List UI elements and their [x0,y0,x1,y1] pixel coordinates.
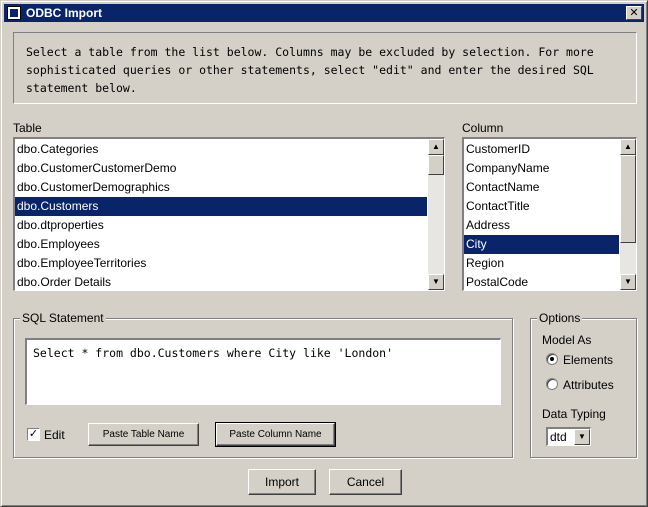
edit-label: Edit [44,428,65,442]
scroll-up-icon[interactable]: ▲ [428,139,444,155]
column-list-scrollbar[interactable]: ▲ ▼ [620,139,636,290]
scroll-up-icon[interactable]: ▲ [620,139,636,155]
list-item[interactable]: dbo.Order Details [15,273,427,290]
table-list-items: dbo.Categories dbo.CustomerCustomerDemo db… [15,140,427,290]
list-item[interactable]: ContactTitle [464,197,619,216]
list-item[interactable]: dbo.dtproperties [15,216,427,235]
options-legend: Options [537,311,583,325]
column-listbox[interactable]: CustomerID CompanyName ContactName ContactT… [462,137,637,291]
model-as-label: Model As [542,333,592,347]
list-item[interactable]: dbo.CustomerDemographics [15,178,427,197]
column-list-items: CustomerID CompanyName ContactName ContactT… [464,140,619,290]
sql-statement-input[interactable]: Select * from dbo.Customers where City l… [25,338,501,405]
cancel-button-label: Cancel [346,475,385,489]
column-list-label: Column [462,121,504,135]
elements-label: Elements [563,353,614,367]
list-item[interactable]: dbo.Customers [15,197,427,216]
scroll-thumb[interactable] [620,155,636,243]
list-item[interactable]: dbo.Employees [15,235,427,254]
paste-table-name-button[interactable]: Paste Table Name [88,423,199,446]
data-typing-value: dtd [550,430,567,444]
edit-checkbox[interactable]: ✓ [27,428,40,441]
list-item[interactable]: CustomerID [464,140,619,159]
scroll-down-icon[interactable]: ▼ [428,274,444,290]
list-item[interactable]: PostalCode [464,273,619,290]
check-icon: ✓ [28,428,39,440]
list-item[interactable]: ContactName [464,178,619,197]
instructions-panel: Select a table from the list below. Colu… [13,32,637,104]
table-listbox[interactable]: dbo.Categories dbo.CustomerCustomerDemo db… [13,137,445,291]
chevron-down-icon[interactable]: ▼ [574,429,590,445]
table-list-scrollbar[interactable]: ▲ ▼ [428,139,444,290]
odbc-import-dialog: ODBC Import ✕ Select a table from the li… [0,0,648,507]
close-button[interactable]: ✕ [626,6,642,20]
import-button[interactable]: Import [248,469,316,495]
cancel-button[interactable]: Cancel [329,469,402,495]
list-item[interactable]: City [464,235,619,254]
list-item[interactable]: Region [464,254,619,273]
elements-radio[interactable] [546,353,558,365]
table-list-label: Table [13,121,42,135]
scroll-thumb[interactable] [428,155,444,175]
attributes-radio[interactable] [546,378,558,390]
scroll-down-icon[interactable]: ▼ [620,274,636,290]
title-bar[interactable]: ODBC Import ✕ [4,4,644,22]
paste-column-name-button[interactable]: Paste Column Name [215,422,336,447]
list-item[interactable]: dbo.EmployeeTerritories [15,254,427,273]
list-item[interactable]: dbo.CustomerCustomerDemo [15,159,427,178]
list-item[interactable]: dbo.Categories [15,140,427,159]
window-title: ODBC Import [26,6,102,20]
import-button-label: Import [264,475,299,489]
list-item[interactable]: CompanyName [464,159,619,178]
radio-dot-icon [550,357,554,361]
attributes-label: Attributes [563,378,614,392]
app-icon [7,6,21,20]
data-typing-label: Data Typing [542,407,606,421]
sql-statement-legend: SQL Statement [20,311,106,325]
list-item[interactable]: Address [464,216,619,235]
data-typing-select[interactable]: dtd ▼ [546,427,591,446]
